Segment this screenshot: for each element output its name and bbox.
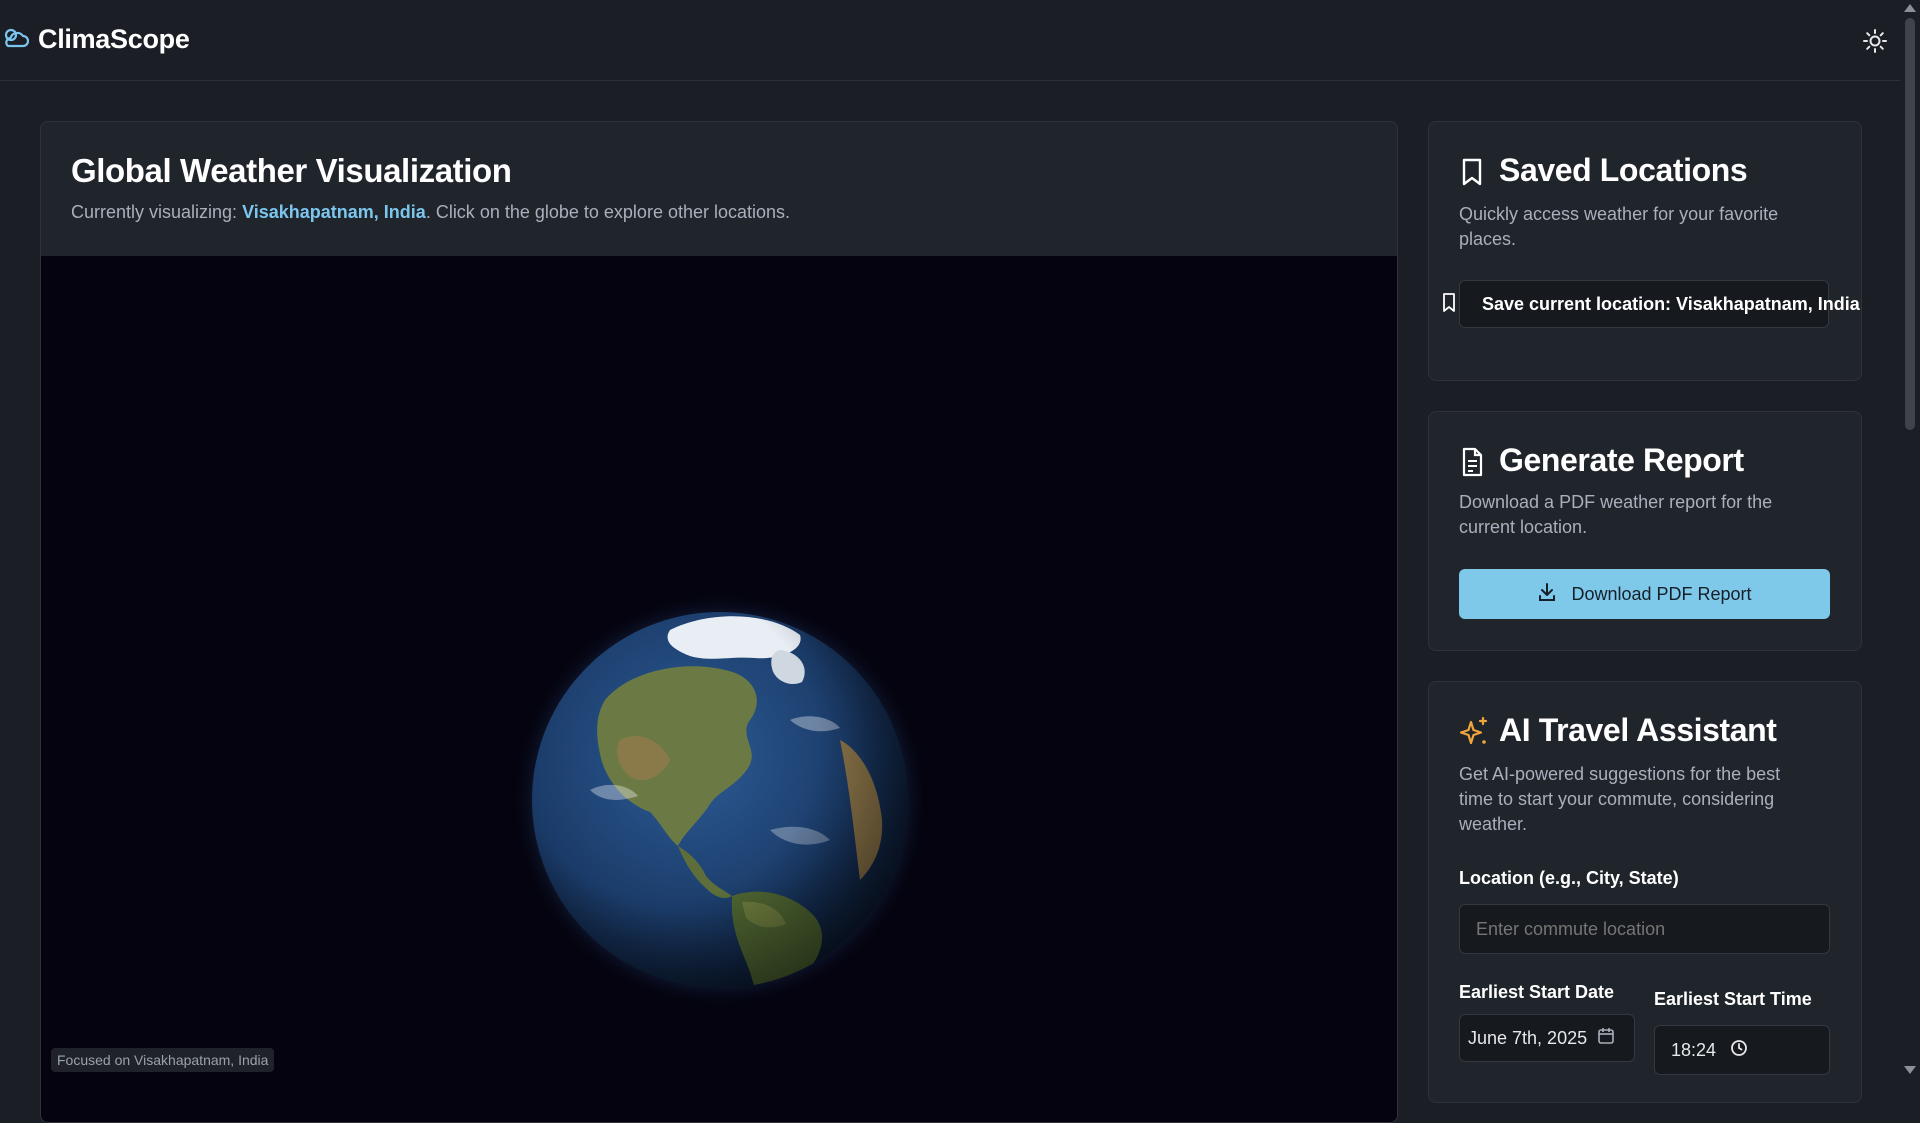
generate-report-title: Generate Report [1499,442,1744,478]
ai-assistant-description: Get AI-powered suggestions for the best … [1459,764,1781,834]
scroll-up-arrow[interactable] [1904,4,1916,12]
start-date-label: Earliest Start Date [1459,982,1615,1002]
save-location-button[interactable]: Save current location: Visakhapatnam, In… [1459,280,1860,328]
focus-status: Focused on Visakhapatnam, India [51,1048,275,1072]
start-date-value: June 7th, 2025 [1468,1027,1588,1048]
download-icon [1537,582,1557,607]
download-pdf-label: Download PDF Report [1571,583,1752,604]
generate-report-card: Generate Report Download a PDF weather r… [1428,411,1862,651]
brand[interactable]: ClimaScope [2,24,190,55]
ai-assistant-title: AI Travel Assistant [1499,712,1777,748]
page-title: Global Weather Visualization [71,152,512,189]
theme-toggle-button[interactable] [1862,28,1888,54]
saved-locations-card: Saved Locations Quickly access weather f… [1428,121,1862,381]
earth-globe[interactable] [510,590,930,1010]
start-date-picker[interactable]: June 7th, 2025 [1459,1014,1635,1062]
app-header: ClimaScope [0,0,1900,81]
subtitle-prefix: Currently visualizing: [71,202,243,222]
start-time-input[interactable]: 18:24 [1654,1025,1830,1075]
download-pdf-button[interactable]: Download PDF Report [1459,569,1830,619]
visualization-subtitle: Currently visualizing: Visakhapatnam, In… [71,202,790,223]
generate-report-description: Download a PDF weather report for the cu… [1459,492,1773,537]
bookmark-small-icon [1441,292,1457,319]
start-time-value: 18:24 [1671,1039,1717,1060]
sparkles-icon [1459,716,1489,753]
location-label: Location (e.g., City, State) [1459,868,1679,888]
page-scrollbar[interactable] [1900,0,1920,1080]
globe-canvas[interactable]: Focused on Visakhapatnam, India [41,256,1397,1122]
calendar-icon [1597,1027,1615,1050]
scroll-down-arrow[interactable] [1904,1066,1916,1074]
current-location-link[interactable]: Visakhapatnam, India [242,202,426,222]
scroll-thumb[interactable] [1905,18,1915,430]
file-text-icon [1459,447,1485,482]
commute-location-input[interactable] [1459,904,1830,954]
app-name: ClimaScope [38,24,190,54]
bookmark-icon [1459,157,1485,192]
ai-travel-assistant-card: AI Travel Assistant Get AI-powered sugge… [1428,681,1862,1103]
saved-locations-description: Quickly access weather for your favorite… [1459,204,1779,249]
subtitle-suffix: . Click on the globe to explore other lo… [425,202,791,222]
cloud-sun-icon [2,24,30,55]
clock-icon [1730,1039,1748,1062]
saved-locations-title: Saved Locations [1499,152,1748,188]
start-time-label: Earliest Start Time [1654,989,1812,1009]
sun-icon [1863,29,1887,53]
visualization-card: Global Weather Visualization Currently v… [40,121,1398,1123]
